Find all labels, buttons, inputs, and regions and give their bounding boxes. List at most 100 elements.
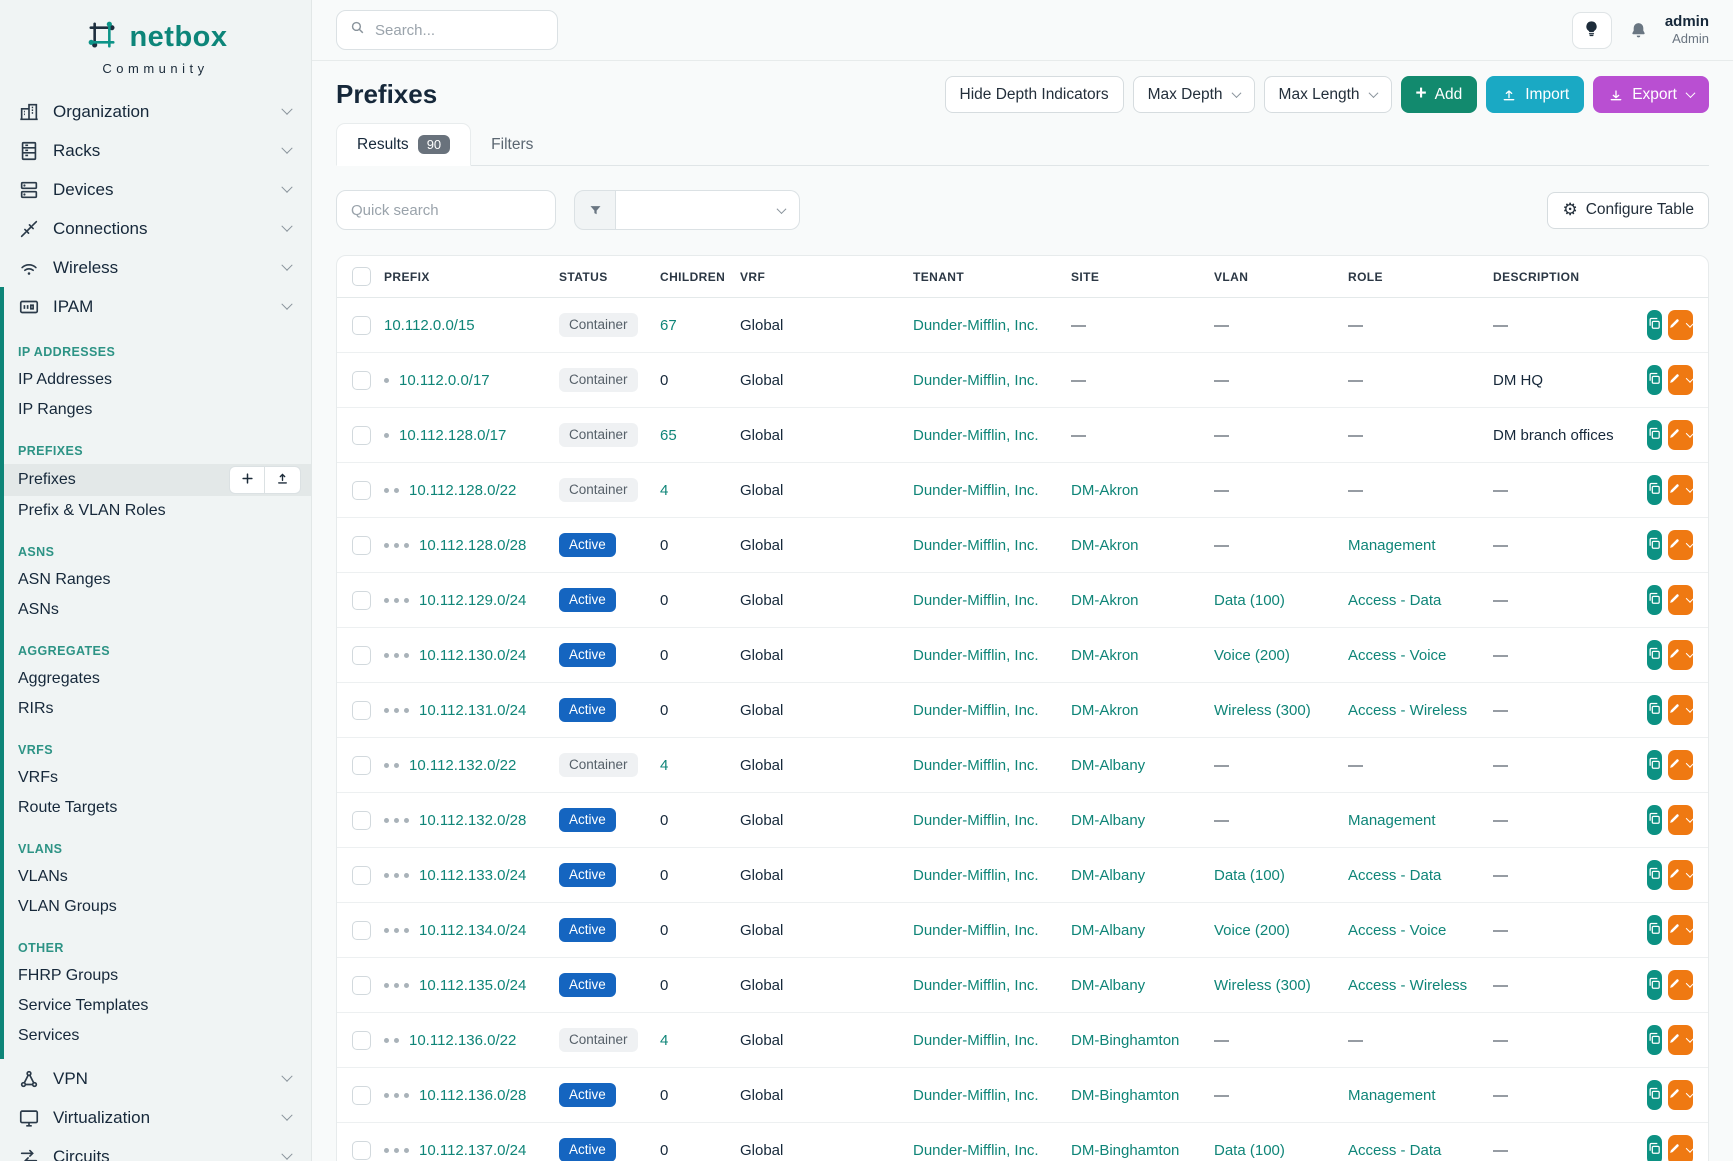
site-link[interactable]: DM-Albany bbox=[1071, 977, 1145, 994]
site-link[interactable]: DM-Binghamton bbox=[1071, 1087, 1179, 1104]
copy-button[interactable] bbox=[1647, 365, 1662, 395]
bell-icon[interactable] bbox=[1628, 20, 1649, 41]
prefix-link[interactable]: 10.112.0.0/17 bbox=[399, 372, 490, 389]
row-checkbox[interactable] bbox=[352, 316, 371, 335]
sidebar-item-ip-addresses[interactable]: IP Addresses bbox=[4, 365, 311, 395]
export-button[interactable]: Export bbox=[1593, 76, 1709, 113]
site-link[interactable]: DM-Akron bbox=[1071, 537, 1139, 554]
edit-button[interactable] bbox=[1668, 475, 1693, 505]
edit-button[interactable] bbox=[1668, 1135, 1693, 1161]
prefix-link[interactable]: 10.112.129.0/24 bbox=[419, 592, 526, 609]
site-link[interactable]: DM-Albany bbox=[1071, 757, 1145, 774]
sidebar-item-asn-ranges[interactable]: ASN Ranges bbox=[4, 565, 311, 595]
edit-button[interactable] bbox=[1668, 805, 1693, 835]
sidebar-item-route-targets[interactable]: Route Targets bbox=[4, 793, 311, 823]
sidebar-item-racks[interactable]: Racks bbox=[0, 131, 311, 170]
copy-button[interactable] bbox=[1647, 695, 1662, 725]
prefix-link[interactable]: 10.112.131.0/24 bbox=[419, 702, 526, 719]
tenant-link[interactable]: Dunder-Mifflin, Inc. bbox=[913, 1142, 1039, 1159]
children-count-link[interactable]: 4 bbox=[660, 1032, 668, 1049]
saved-filter-select[interactable] bbox=[616, 190, 800, 230]
tenant-link[interactable]: Dunder-Mifflin, Inc. bbox=[913, 537, 1039, 554]
vlan-link[interactable]: Data (100) bbox=[1214, 592, 1285, 609]
row-checkbox[interactable] bbox=[352, 371, 371, 390]
select-all-checkbox[interactable] bbox=[352, 267, 371, 286]
sidebar-item-asns[interactable]: ASNs bbox=[4, 595, 311, 625]
sidebar-item-vpn[interactable]: VPN bbox=[0, 1059, 311, 1098]
vlan-link[interactable]: Wireless (300) bbox=[1214, 977, 1311, 994]
copy-button[interactable] bbox=[1647, 530, 1662, 560]
hide-depth-indicators-button[interactable]: Hide Depth Indicators bbox=[945, 76, 1124, 113]
site-link[interactable]: DM-Albany bbox=[1071, 812, 1145, 829]
sidebar-item-ip-ranges[interactable]: IP Ranges bbox=[4, 395, 311, 425]
edit-button[interactable] bbox=[1668, 970, 1693, 1000]
quick-import-button[interactable] bbox=[265, 466, 301, 494]
edit-button[interactable] bbox=[1668, 310, 1693, 340]
configure-table-button[interactable]: ⚙ Configure Table bbox=[1547, 192, 1709, 229]
row-checkbox[interactable] bbox=[352, 976, 371, 995]
vlan-link[interactable]: Wireless (300) bbox=[1214, 702, 1311, 719]
vlan-link[interactable]: Voice (200) bbox=[1214, 922, 1290, 939]
site-link[interactable]: DM-Albany bbox=[1071, 867, 1145, 884]
sidebar-item-circuits[interactable]: Circuits bbox=[0, 1137, 311, 1161]
role-link[interactable]: Management bbox=[1348, 1087, 1436, 1104]
row-checkbox[interactable] bbox=[352, 866, 371, 885]
edit-button[interactable] bbox=[1668, 860, 1693, 890]
import-button[interactable]: Import bbox=[1486, 76, 1584, 113]
sidebar-item-devices[interactable]: Devices bbox=[0, 170, 311, 209]
row-checkbox[interactable] bbox=[352, 756, 371, 775]
prefix-link[interactable]: 10.112.132.0/22 bbox=[409, 757, 516, 774]
prefix-link[interactable]: 10.112.137.0/24 bbox=[419, 1142, 526, 1159]
sidebar-item-fhrp-groups[interactable]: FHRP Groups bbox=[4, 961, 311, 991]
sidebar-item-prefixes[interactable]: Prefixes bbox=[4, 464, 311, 496]
row-checkbox[interactable] bbox=[352, 1086, 371, 1105]
edit-button[interactable] bbox=[1668, 1080, 1693, 1110]
sidebar-item-aggregates[interactable]: Aggregates bbox=[4, 664, 311, 694]
prefix-link[interactable]: 10.112.132.0/28 bbox=[419, 812, 526, 829]
copy-button[interactable] bbox=[1647, 420, 1662, 450]
copy-button[interactable] bbox=[1647, 970, 1662, 1000]
prefix-link[interactable]: 10.112.136.0/22 bbox=[409, 1032, 516, 1049]
edit-button[interactable] bbox=[1668, 530, 1693, 560]
role-link[interactable]: Access - Voice bbox=[1348, 922, 1446, 939]
prefix-link[interactable]: 10.112.128.0/17 bbox=[399, 427, 506, 444]
prefix-link[interactable]: 10.112.128.0/22 bbox=[409, 482, 516, 499]
edit-button[interactable] bbox=[1668, 585, 1693, 615]
site-link[interactable]: DM-Akron bbox=[1071, 482, 1139, 499]
children-count-link[interactable]: 4 bbox=[660, 482, 668, 499]
quick-search-input[interactable] bbox=[336, 190, 556, 230]
copy-button[interactable] bbox=[1647, 585, 1662, 615]
tenant-link[interactable]: Dunder-Mifflin, Inc. bbox=[913, 702, 1039, 719]
edit-button[interactable] bbox=[1668, 1025, 1693, 1055]
sidebar-item-vlan-groups[interactable]: VLAN Groups bbox=[4, 892, 311, 922]
sidebar-item-rirs[interactable]: RIRs bbox=[4, 694, 311, 724]
tab-results[interactable]: Results 90 bbox=[336, 123, 471, 166]
row-checkbox[interactable] bbox=[352, 921, 371, 940]
tenant-link[interactable]: Dunder-Mifflin, Inc. bbox=[913, 867, 1039, 884]
tenant-link[interactable]: Dunder-Mifflin, Inc. bbox=[913, 922, 1039, 939]
tenant-link[interactable]: Dunder-Mifflin, Inc. bbox=[913, 592, 1039, 609]
copy-button[interactable] bbox=[1647, 310, 1662, 340]
search-input[interactable] bbox=[375, 22, 574, 39]
role-link[interactable]: Access - Data bbox=[1348, 867, 1441, 884]
prefix-link[interactable]: 10.112.135.0/24 bbox=[419, 977, 526, 994]
tenant-link[interactable]: Dunder-Mifflin, Inc. bbox=[913, 812, 1039, 829]
vlan-link[interactable]: Data (100) bbox=[1214, 1142, 1285, 1159]
sidebar-item-connections[interactable]: Connections bbox=[0, 209, 311, 248]
sidebar-item-prefix-vlan-roles[interactable]: Prefix & VLAN Roles bbox=[4, 496, 311, 526]
edit-button[interactable] bbox=[1668, 365, 1693, 395]
tenant-link[interactable]: Dunder-Mifflin, Inc. bbox=[913, 1032, 1039, 1049]
row-checkbox[interactable] bbox=[352, 811, 371, 830]
row-checkbox[interactable] bbox=[352, 591, 371, 610]
edit-button[interactable] bbox=[1668, 695, 1693, 725]
row-checkbox[interactable] bbox=[352, 646, 371, 665]
prefix-link[interactable]: 10.112.130.0/24 bbox=[419, 647, 526, 664]
copy-button[interactable] bbox=[1647, 805, 1662, 835]
sidebar-item-ipam[interactable]: IPAM bbox=[4, 287, 311, 326]
brand[interactable]: netbox Community bbox=[0, 0, 311, 82]
tenant-link[interactable]: Dunder-Mifflin, Inc. bbox=[913, 757, 1039, 774]
edit-button[interactable] bbox=[1668, 420, 1693, 450]
row-checkbox[interactable] bbox=[352, 481, 371, 500]
role-link[interactable]: Management bbox=[1348, 812, 1436, 829]
prefix-link[interactable]: 10.112.136.0/28 bbox=[419, 1087, 526, 1104]
